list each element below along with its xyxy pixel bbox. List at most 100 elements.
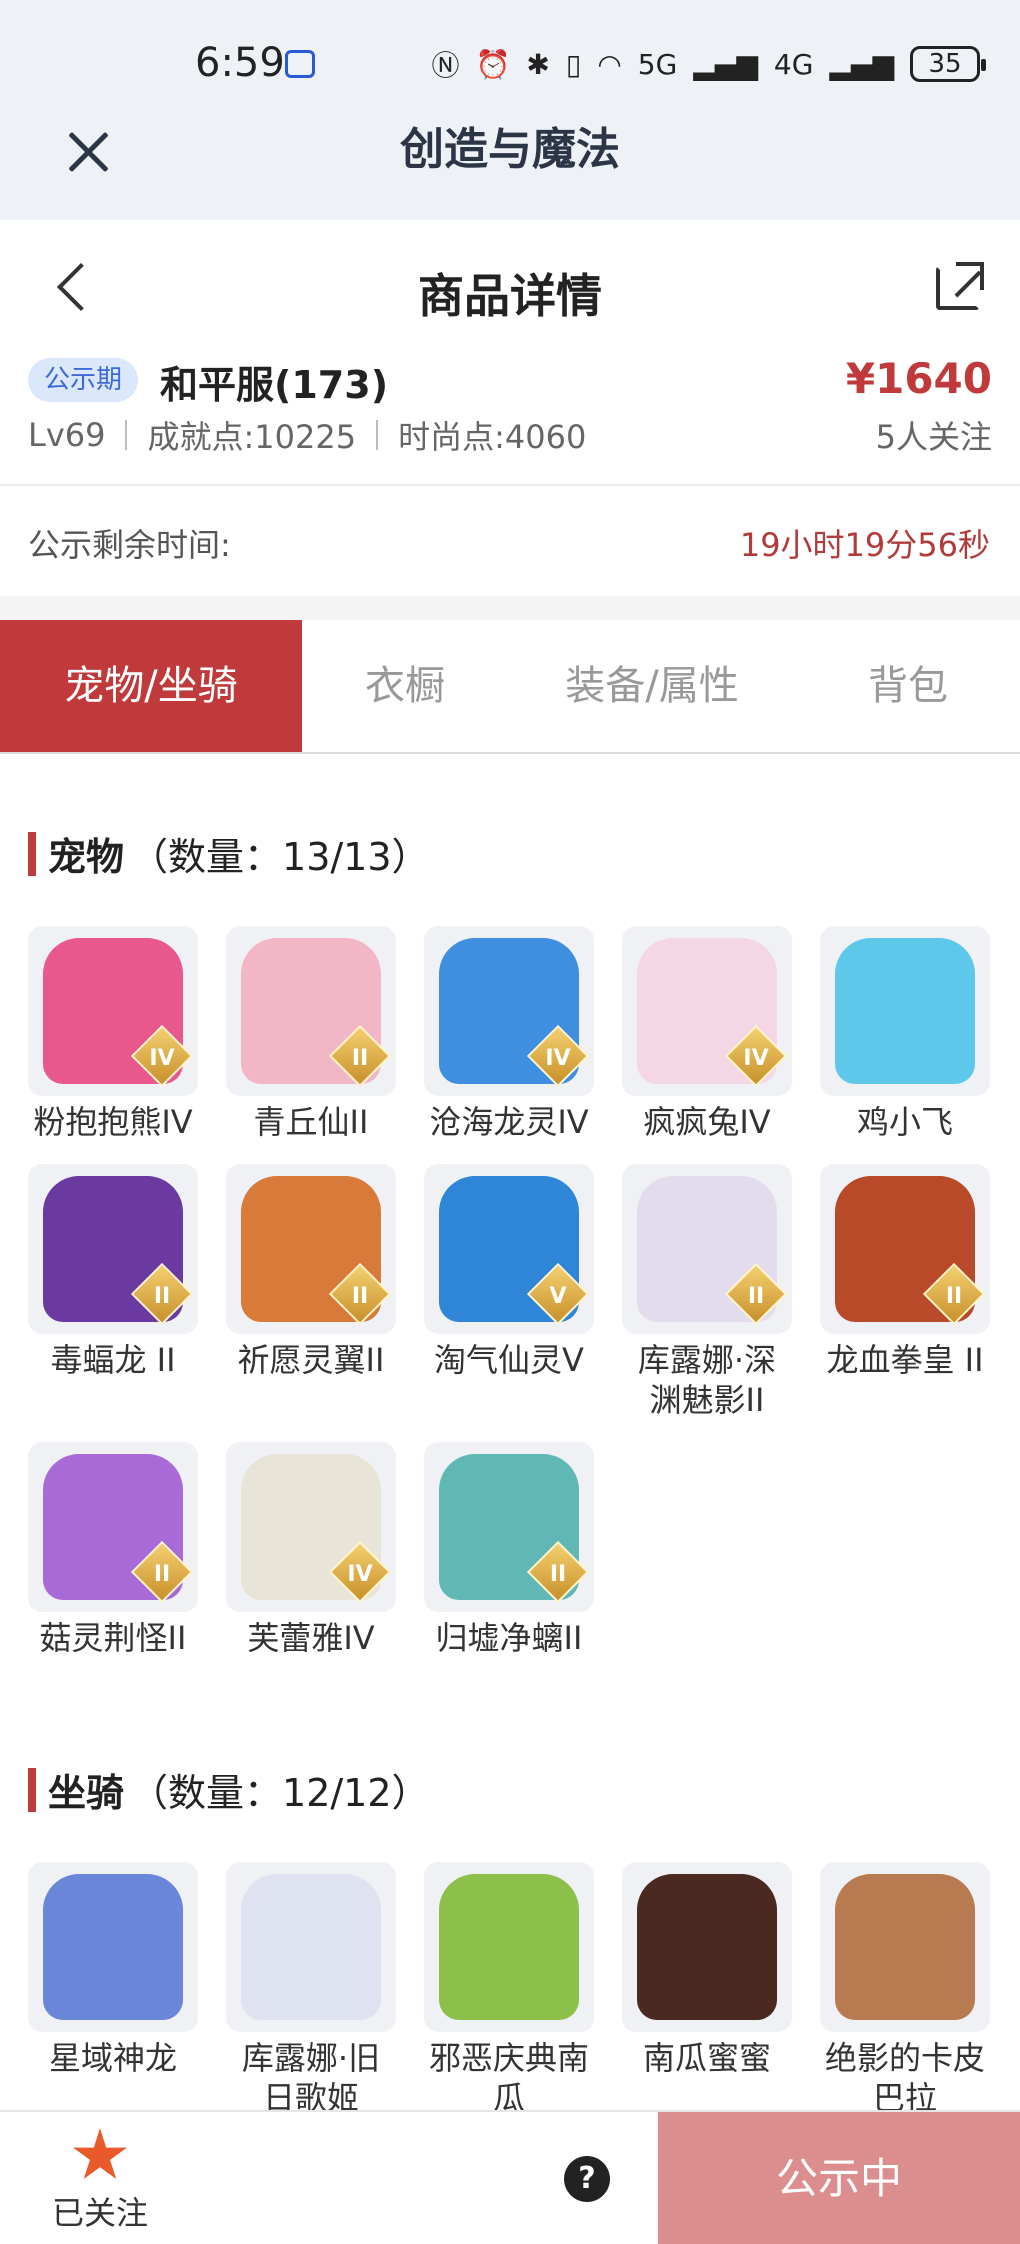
item-name: 南瓜蜜蜜 xyxy=(642,2039,771,2077)
achievement-points: 成就点:10225 xyxy=(147,418,357,456)
share-icon[interactable] xyxy=(936,262,984,310)
pets-section-header: 宠物 （数量：13/13） xyxy=(28,826,430,881)
status-bar: 6:59 Ⓝ ⏰ ✱ ▯ ◠ 5G ▂▄▆ 4G ▂▄▆ 35 xyxy=(0,0,1020,120)
item-name: 归墟净螭II xyxy=(435,1619,583,1657)
status-time: 6:59 xyxy=(195,40,285,86)
item-thumbnail: IV xyxy=(424,926,594,1096)
pets-count: （数量：13/13） xyxy=(130,835,430,879)
follow-label: 已关注 xyxy=(51,2194,148,2232)
wifi-icon: ◠ xyxy=(597,47,622,81)
item-card[interactable]: 南瓜蜜蜜 xyxy=(622,1862,792,2118)
item-name: 祈愿灵翼II xyxy=(237,1341,385,1379)
star-icon xyxy=(73,2128,127,2179)
item-card[interactable]: 鸡小飞 xyxy=(820,926,990,1142)
item-thumbnail: II xyxy=(226,926,396,1096)
item-card[interactable]: 邪恶庆典南瓜 xyxy=(424,1862,594,2118)
tab-bar: 宠物/坐骑 衣橱 装备/属性 背包 xyxy=(0,620,1020,754)
nfc-icon: Ⓝ xyxy=(431,49,460,82)
follower-count: 5人关注 xyxy=(875,418,992,456)
item-name: 库露娜·旧日歌姬 xyxy=(241,2039,381,2117)
item-name: 青丘仙II xyxy=(253,1103,369,1141)
status-icons: Ⓝ ⏰ ✱ ▯ ◠ 5G ▂▄▆ 4G ▂▄▆ 35 xyxy=(431,44,986,84)
divider xyxy=(376,420,379,450)
item-thumbnail: II xyxy=(226,1164,396,1334)
pets-title: 宠物 xyxy=(48,835,125,879)
item-card[interactable]: II 菇灵荆怪II xyxy=(28,1442,198,1658)
tab-backpack[interactable]: 背包 xyxy=(796,620,1020,752)
item-card[interactable]: 绝影的卡皮巴拉 xyxy=(820,1862,990,2118)
bluetooth-icon: ✱ xyxy=(526,47,550,81)
item-name: 芙蕾雅IV xyxy=(247,1619,375,1657)
item-thumbnail xyxy=(622,1862,792,2032)
item-image xyxy=(637,1874,777,2020)
item-card[interactable]: 库露娜·旧日歌姬 xyxy=(226,1862,396,2118)
item-image xyxy=(835,1874,975,2020)
rank-label: II xyxy=(153,1561,171,1587)
item-card[interactable]: IV 粉抱抱熊IV xyxy=(28,926,198,1142)
vibrate-icon: ▯ xyxy=(565,47,582,81)
server-name: 和平服(173) xyxy=(160,363,389,407)
item-thumbnail xyxy=(820,1862,990,2032)
item-card[interactable]: II 归墟净螭II xyxy=(424,1442,594,1658)
signal-icon: ▂▄▆ xyxy=(693,47,758,81)
rank-label: IV xyxy=(743,1045,769,1071)
mounts-count: （数量：12/12） xyxy=(130,1771,430,1815)
notification-app-icon xyxy=(285,50,315,78)
help-icon[interactable]: ? xyxy=(564,2156,610,2202)
pets-grid: IV 粉抱抱熊IV II 青丘仙II IV 沧海龙灵IV IV 疯疯兔IV 鸡小飞 II 毒蝠龙 I… xyxy=(28,926,990,1658)
follow-button[interactable]: 已关注 xyxy=(40,2122,160,2242)
rank-label: II xyxy=(153,1283,171,1309)
mounts-grid: 星域神龙 库露娜·旧日歌姬 邪恶庆典南瓜 南瓜蜜蜜 绝影的卡皮巴拉 xyxy=(28,1862,990,2118)
countdown-label: 公示剩余时间: xyxy=(28,526,231,564)
item-card[interactable]: II 龙血拳皇 II xyxy=(820,1164,990,1420)
level: Lv69 xyxy=(28,416,106,454)
tab-wardrobe[interactable]: 衣橱 xyxy=(302,620,508,752)
close-icon[interactable] xyxy=(58,122,118,182)
app-header: 创造与魔法 xyxy=(0,120,1020,220)
section-accent xyxy=(28,831,36,876)
rank-label: II xyxy=(351,1045,369,1071)
item-card[interactable]: II 祈愿灵翼II xyxy=(226,1164,396,1420)
countdown-row: 公示剩余时间: 19小时19分56秒 xyxy=(0,486,1020,596)
item-thumbnail: IV xyxy=(622,926,792,1096)
item-card[interactable]: IV 疯疯兔IV xyxy=(622,926,792,1142)
item-card[interactable]: 星域神龙 xyxy=(28,1862,198,2118)
item-thumbnail: IV xyxy=(28,926,198,1096)
item-thumbnail xyxy=(28,1862,198,2032)
item-image xyxy=(43,1874,183,2020)
item-card[interactable]: IV 沧海龙灵IV xyxy=(424,926,594,1142)
item-stats: Lv69 成就点:10225 时尚点:4060 xyxy=(28,412,586,458)
network-4g-icon: 4G xyxy=(773,47,814,81)
item-card[interactable]: IV 芙蕾雅IV xyxy=(226,1442,396,1658)
alarm-icon: ⏰ xyxy=(475,47,511,81)
rank-label: II xyxy=(549,1561,567,1587)
item-thumbnail: II xyxy=(820,1164,990,1334)
item-image xyxy=(439,1874,579,2020)
item-name: 粉抱抱熊IV xyxy=(33,1103,193,1141)
item-thumbnail xyxy=(226,1862,396,2032)
item-name: 毒蝠龙 II xyxy=(50,1341,176,1379)
item-card[interactable]: II 库露娜·深渊魅影II xyxy=(622,1164,792,1420)
fashion-points: 时尚点:4060 xyxy=(398,418,587,456)
section-gap xyxy=(0,596,1020,620)
rank-label: II xyxy=(747,1283,765,1309)
item-name: 疯疯兔IV xyxy=(643,1103,771,1141)
rank-label: IV xyxy=(545,1045,571,1071)
item-name: 星域神龙 xyxy=(48,2039,177,2077)
mounts-title: 坐骑 xyxy=(48,1771,125,1815)
item-card[interactable]: II 青丘仙II xyxy=(226,926,396,1142)
item-card[interactable]: II 毒蝠龙 II xyxy=(28,1164,198,1420)
status-button[interactable]: 公示中 xyxy=(658,2112,1020,2244)
item-thumbnail xyxy=(424,1862,594,2032)
network-5g-icon: 5G xyxy=(637,47,678,81)
rank-label: V xyxy=(549,1283,567,1309)
item-card[interactable]: V 淘气仙灵V xyxy=(424,1164,594,1420)
item-name: 邪恶庆典南瓜 xyxy=(428,2039,589,2117)
rank-label: IV xyxy=(149,1045,175,1071)
tab-equipment[interactable]: 装备/属性 xyxy=(508,620,796,752)
item-name: 龙血拳皇 II xyxy=(826,1341,984,1379)
signal-icon: ▂▄▆ xyxy=(829,47,894,81)
tab-pets-mounts[interactable]: 宠物/坐骑 xyxy=(0,620,302,752)
app-title: 创造与魔法 xyxy=(400,124,620,175)
item-name: 淘气仙灵V xyxy=(434,1341,584,1379)
